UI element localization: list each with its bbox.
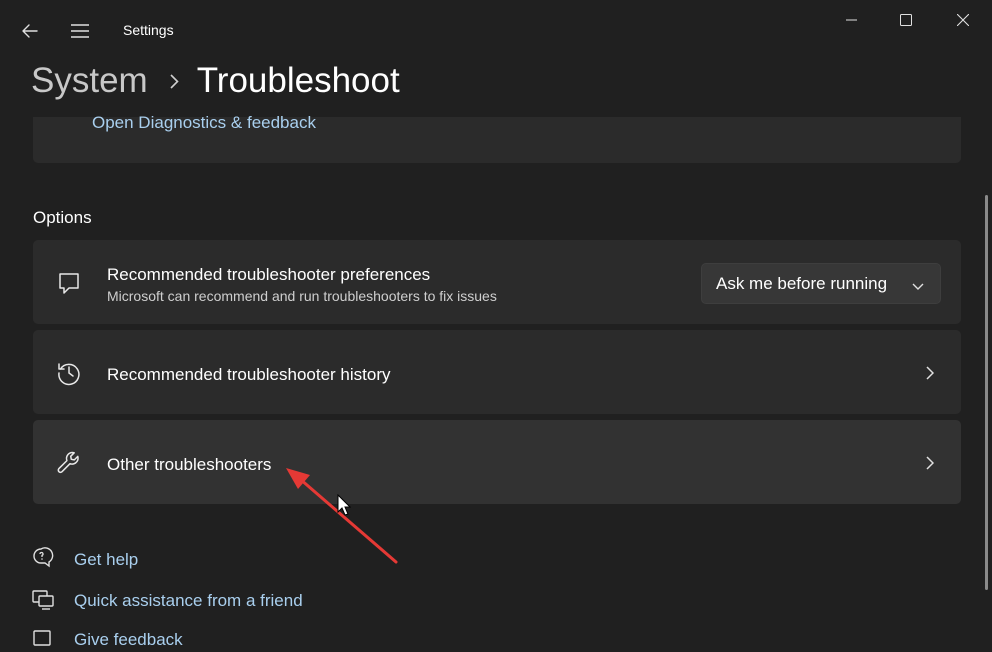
annotation-arrow bbox=[286, 468, 398, 564]
mouse-cursor-icon bbox=[337, 494, 351, 516]
